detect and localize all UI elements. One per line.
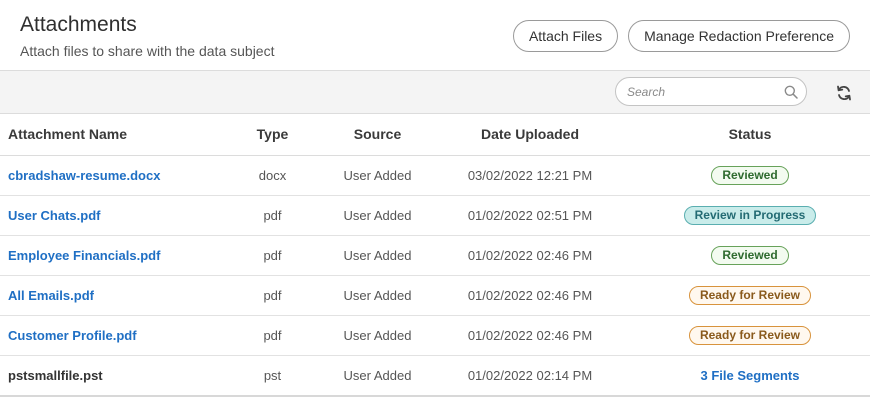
search-input[interactable] bbox=[627, 84, 784, 99]
table-row: cbradshaw-resume.docx docx User Added 03… bbox=[0, 155, 870, 196]
status-badge: Ready for Review bbox=[688, 285, 812, 305]
date-cell: 03/02/2022 12:21 PM bbox=[430, 155, 630, 196]
column-header-date-uploaded[interactable]: Date Uploaded bbox=[430, 114, 630, 156]
attachment-name: pstsmallfile.pst bbox=[8, 367, 103, 383]
source-cell: User Added bbox=[325, 195, 430, 236]
source-cell: User Added bbox=[343, 367, 412, 383]
refresh-icon[interactable] bbox=[835, 84, 853, 102]
date-cell: 01/02/2022 02:14 PM bbox=[467, 367, 593, 383]
source-cell: User Added bbox=[325, 235, 430, 276]
status-badge: Review in Progress bbox=[683, 205, 817, 225]
attach-files-button[interactable]: Attach Files bbox=[512, 20, 619, 52]
date-cell: 01/02/2022 02:46 PM bbox=[430, 235, 630, 276]
attachment-link[interactable]: Customer Profile.pdf bbox=[8, 328, 137, 343]
header-actions: Attach Files Manage Redaction Preference bbox=[512, 20, 850, 52]
source-cell: User Added bbox=[325, 275, 430, 316]
table-row: User Chats.pdf pdf User Added 01/02/2022… bbox=[0, 195, 870, 236]
status-badge: Reviewed bbox=[711, 245, 789, 265]
file-segments-link[interactable]: 3 File Segments bbox=[701, 368, 800, 383]
attachment-link[interactable]: All Emails.pdf bbox=[8, 288, 94, 303]
column-header-type[interactable]: Type bbox=[220, 114, 325, 156]
table-toolbar bbox=[0, 71, 870, 114]
search-icon[interactable] bbox=[784, 84, 798, 100]
status-badge: Reviewed bbox=[711, 165, 789, 185]
panel-header: Attachments Attach files to share with t… bbox=[0, 0, 870, 71]
attachments-table: Attachment Name Type Source Date Uploade… bbox=[0, 114, 870, 395]
table-header-row: Attachment Name Type Source Date Uploade… bbox=[0, 114, 870, 156]
type-cell: pdf bbox=[220, 275, 325, 316]
attachment-link[interactable]: cbradshaw-resume.docx bbox=[8, 168, 160, 183]
attachment-link[interactable]: Employee Financials.pdf bbox=[8, 248, 160, 263]
type-cell: pst bbox=[263, 367, 282, 383]
attachments-panel: Attachments Attach files to share with t… bbox=[0, 0, 870, 397]
column-header-status[interactable]: Status bbox=[630, 114, 870, 156]
table-row: Customer Profile.pdf pdf User Added 01/0… bbox=[0, 315, 870, 356]
status-badge: Ready for Review bbox=[688, 325, 812, 345]
date-cell: 01/02/2022 02:51 PM bbox=[430, 195, 630, 236]
table-row: Employee Financials.pdf pdf User Added 0… bbox=[0, 235, 870, 276]
table-row: All Emails.pdf pdf User Added 01/02/2022… bbox=[0, 275, 870, 316]
date-cell: 01/02/2022 02:46 PM bbox=[430, 315, 630, 356]
type-cell: docx bbox=[220, 155, 325, 196]
source-cell: User Added bbox=[325, 155, 430, 196]
attachment-link[interactable]: User Chats.pdf bbox=[8, 208, 100, 223]
table-row: pstsmallfile.pst pst User Added 01/02/20… bbox=[0, 355, 870, 395]
date-cell: 01/02/2022 02:46 PM bbox=[430, 275, 630, 316]
type-cell: pdf bbox=[220, 315, 325, 356]
source-cell: User Added bbox=[325, 315, 430, 356]
column-header-source[interactable]: Source bbox=[325, 114, 430, 156]
manage-redaction-preference-button[interactable]: Manage Redaction Preference bbox=[628, 20, 850, 52]
type-cell: pdf bbox=[220, 195, 325, 236]
type-cell: pdf bbox=[220, 235, 325, 276]
search-box[interactable] bbox=[615, 77, 807, 106]
column-header-attachment-name[interactable]: Attachment Name bbox=[0, 114, 220, 156]
